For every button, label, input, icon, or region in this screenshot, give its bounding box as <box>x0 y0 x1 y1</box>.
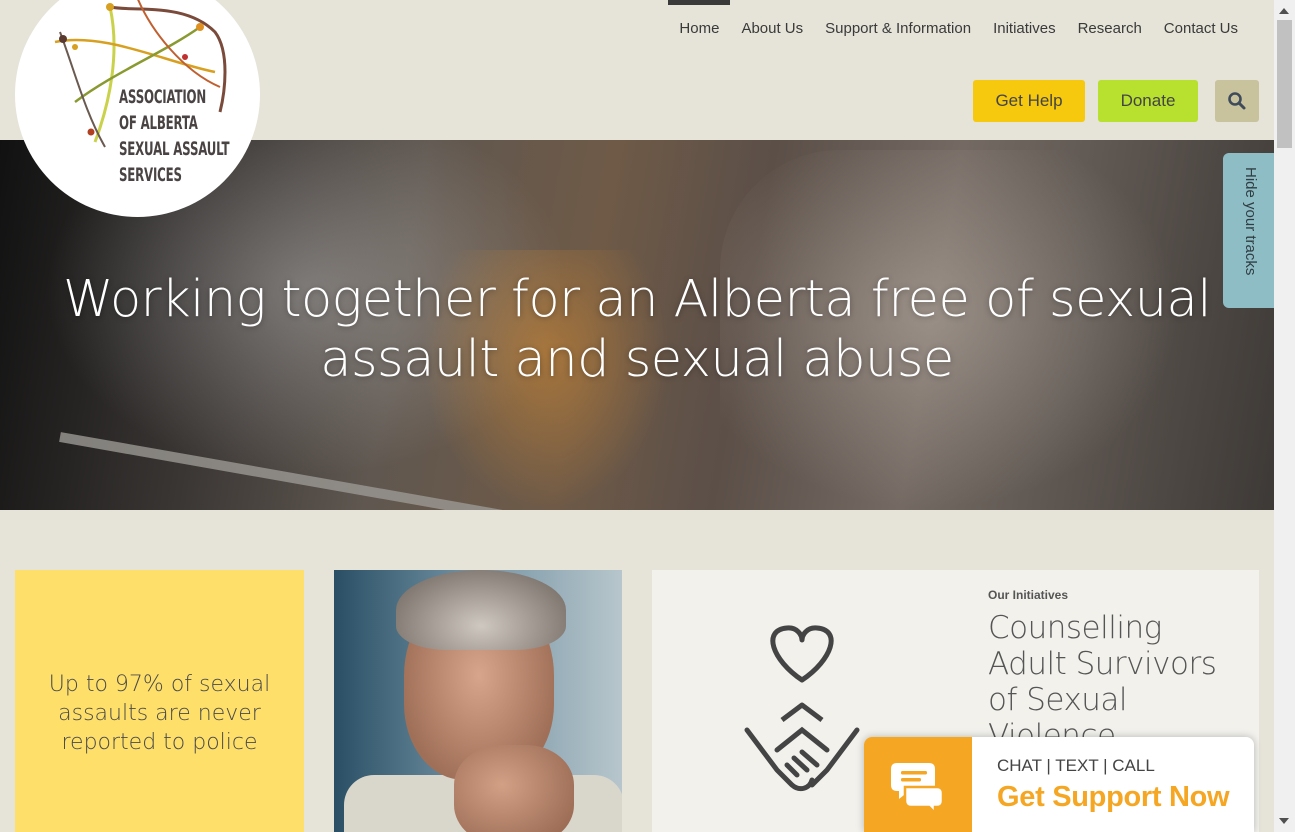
scroll-down-arrow-icon[interactable] <box>1279 818 1289 824</box>
nav-contact-us[interactable]: Contact Us <box>1153 0 1238 60</box>
nav-support-information[interactable]: Support & Information <box>814 0 982 60</box>
search-icon <box>1228 92 1246 110</box>
donate-button[interactable]: Donate <box>1098 80 1198 122</box>
site-header: ASSOCIATION OF ALBERTA SEXUAL ASSAULT SE… <box>0 0 1274 217</box>
initiative-kicker: Our Initiatives <box>988 588 1069 602</box>
heart-handshake-icon <box>744 625 860 792</box>
chat-channels-text: CHAT | TEXT | CALL <box>997 756 1155 775</box>
photo-hand <box>454 745 574 832</box>
man-portrait-photo[interactable] <box>334 570 622 832</box>
nav-home[interactable]: Home <box>668 0 731 60</box>
search-button[interactable] <box>1215 80 1259 122</box>
statistic-card[interactable]: Up to 97% of sexual assaults are never r… <box>15 570 304 832</box>
chat-icon-box <box>864 737 972 832</box>
nav-research[interactable]: Research <box>1067 0 1153 60</box>
scroll-up-arrow-icon[interactable] <box>1279 8 1289 14</box>
scrollbar-thumb[interactable] <box>1277 20 1292 148</box>
main-nav: Home About Us Support & Information Init… <box>668 0 1238 60</box>
get-help-button[interactable]: Get Help <box>973 80 1085 122</box>
nav-initiatives[interactable]: Initiatives <box>982 0 1067 60</box>
hero-title: Working together for an Alberta free of … <box>63 270 1211 389</box>
logo-text: ASSOCIATION OF ALBERTA SEXUAL ASSAULT SE… <box>119 86 230 186</box>
nav-about-us[interactable]: About Us <box>730 0 814 60</box>
chat-support-widget[interactable]: CHAT | TEXT | CALL Get Support Now <box>864 737 1254 832</box>
site-logo[interactable]: ASSOCIATION OF ALBERTA SEXUAL ASSAULT SE… <box>15 0 260 217</box>
chat-bubbles-icon <box>891 763 945 813</box>
page-scrollbar[interactable] <box>1274 0 1295 832</box>
hide-your-tracks-tab[interactable]: Hide your tracks <box>1223 153 1274 308</box>
initiative-title[interactable]: Counselling Adult Survivors of Sexual Vi… <box>988 610 1248 754</box>
get-support-now-link[interactable]: Get Support Now <box>997 781 1230 814</box>
photo-hair <box>396 570 566 650</box>
hide-your-tracks-label: Hide your tracks <box>1242 167 1259 276</box>
statistic-text: Up to 97% of sexual assaults are never r… <box>48 672 271 755</box>
